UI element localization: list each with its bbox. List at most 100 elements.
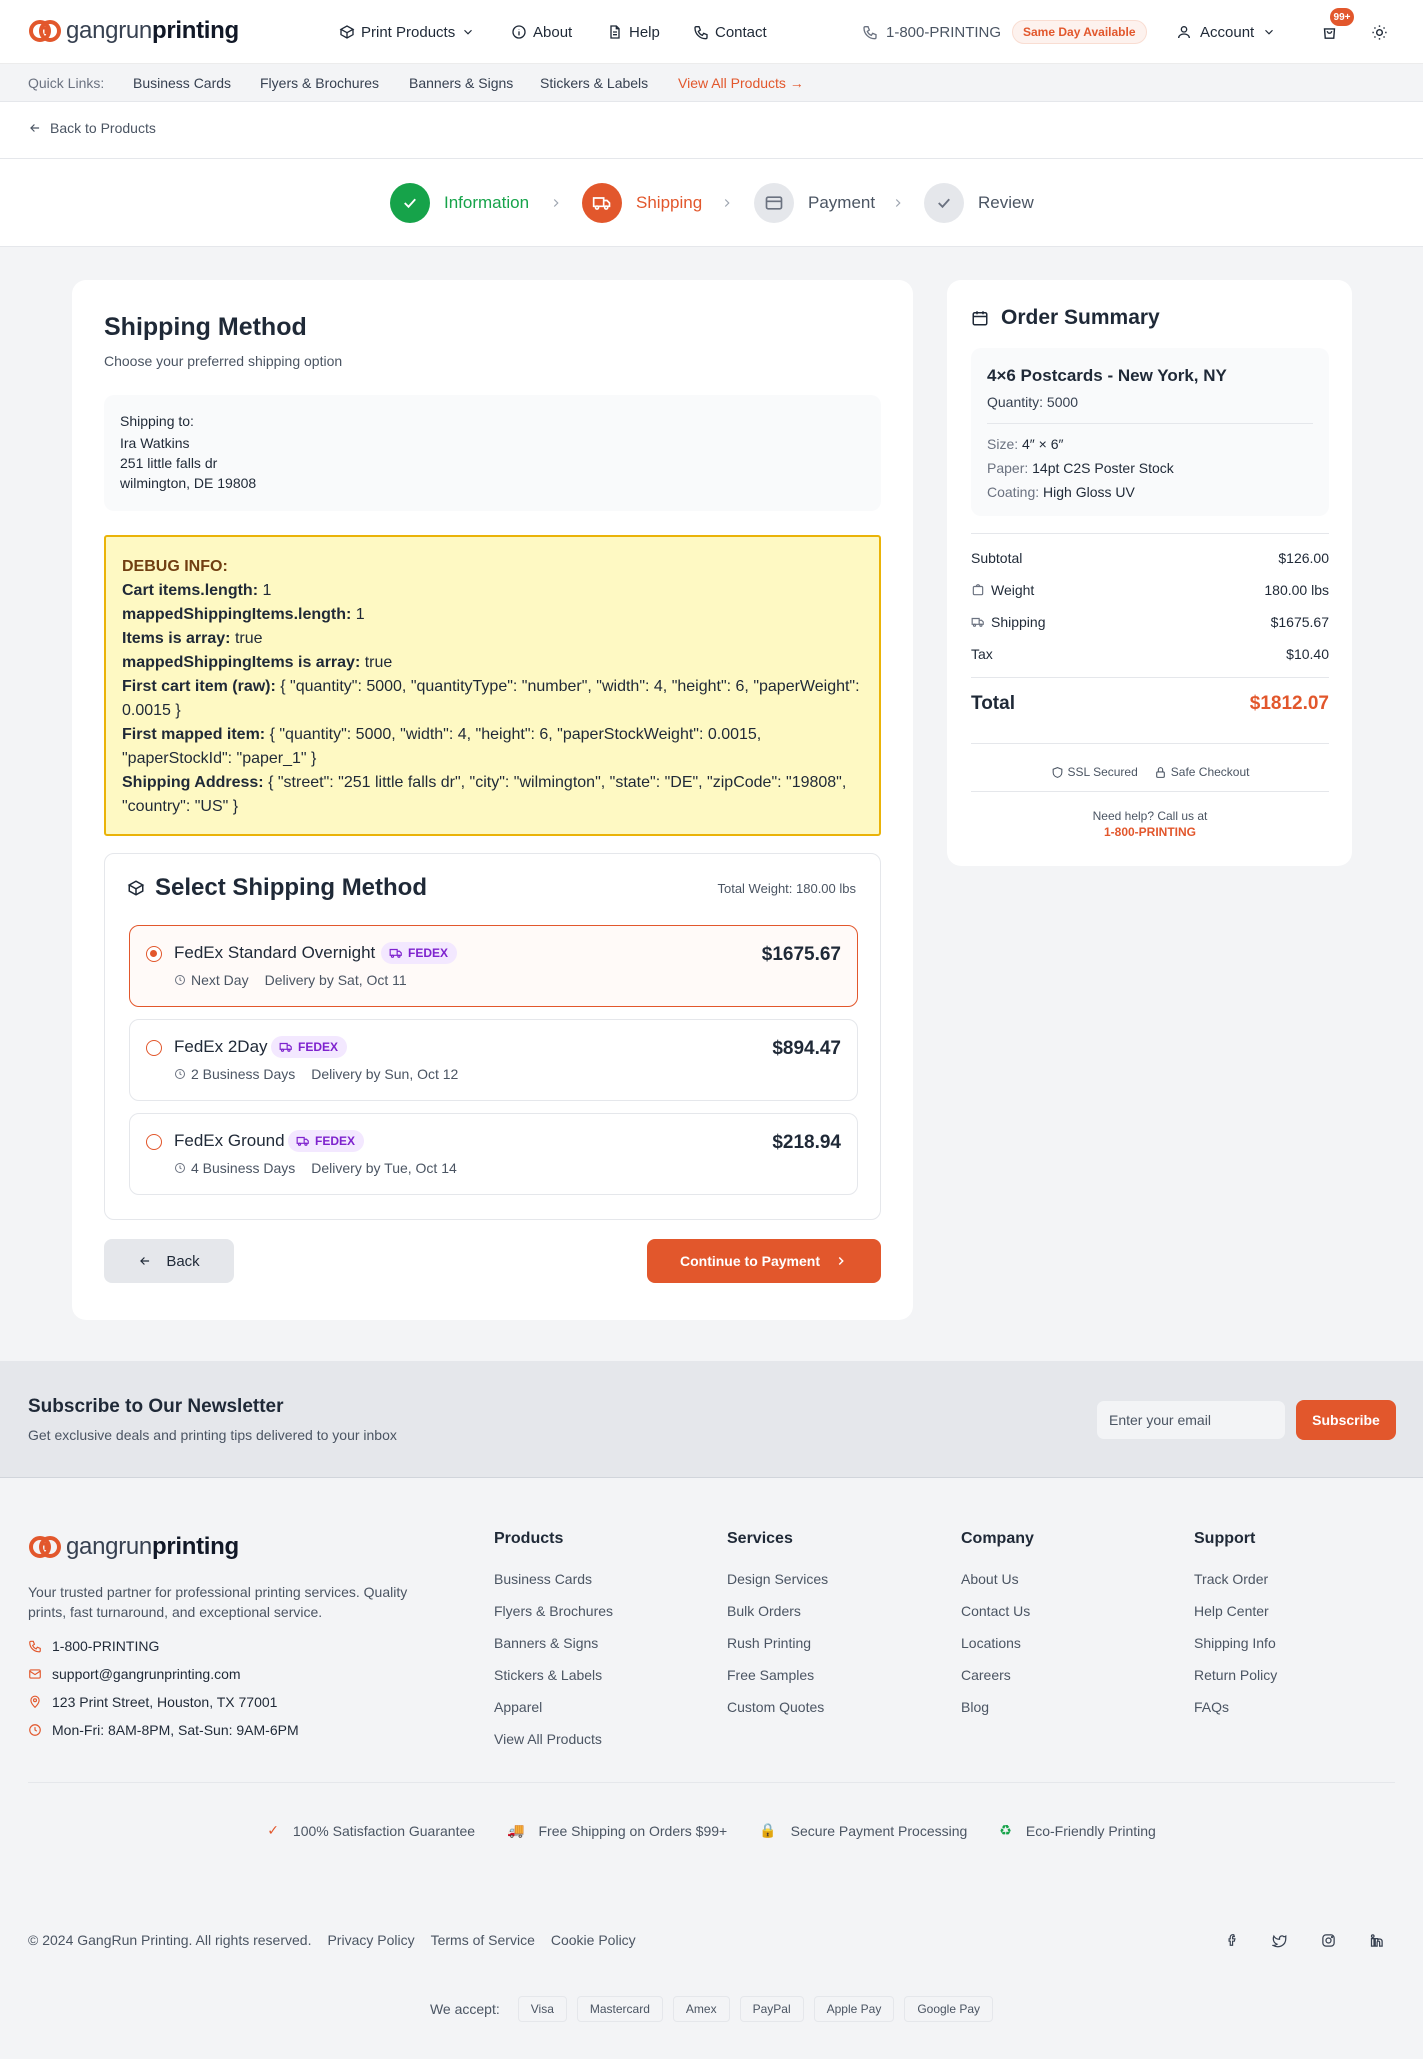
footer-link[interactable]: Custom Quotes [727,1699,824,1715]
recycle-icon: ♻ [999,1822,1012,1838]
debug-value: true [230,630,263,647]
logo-text-light: gangrun [66,1533,152,1560]
newsletter-email-input[interactable] [1096,1400,1286,1440]
quick-link-business-cards[interactable]: Business Cards [133,75,231,91]
radio-selected[interactable] [146,946,162,962]
logo-mark-icon [29,1536,61,1558]
option-name: FedEx Ground [174,1131,285,1150]
facebook-link[interactable] [1222,1930,1242,1950]
radio-unselected[interactable] [146,1134,162,1150]
back-to-products-link[interactable]: Back to Products [28,120,156,136]
step-information[interactable]: Information [390,182,529,224]
footer-link[interactable]: Track Order [1194,1571,1268,1587]
footer-link[interactable]: Design Services [727,1571,828,1587]
privacy-policy-link[interactable]: Privacy Policy [327,1932,414,1948]
spec-key: Coating: [987,484,1040,500]
nav-print-products-label: Print Products [361,23,456,41]
nav-contact[interactable]: Contact [693,20,767,44]
footer-link[interactable]: Contact Us [961,1603,1030,1619]
twitter-link[interactable] [1269,1930,1289,1950]
footer-link[interactable]: Return Policy [1194,1667,1277,1683]
quick-link-view-all[interactable]: View All Products → [678,75,804,91]
nav-print-products[interactable]: Print Products [339,20,475,44]
debug-line: Items is array: true [122,627,863,651]
footer-link[interactable]: View All Products [494,1731,602,1747]
footer-link[interactable]: Business Cards [494,1571,592,1587]
footer-link[interactable]: About Us [961,1571,1019,1587]
back-button-label: Back [166,1252,200,1270]
carrier-tag: FEDEX [271,1036,348,1058]
lock-icon: 🔒 [759,1822,777,1838]
continue-to-payment-button[interactable]: Continue to Payment [647,1239,881,1283]
debug-value: 1 [351,606,365,623]
footer-link[interactable]: Locations [961,1635,1021,1651]
option-speed: 2 Business Days [191,1066,296,1082]
quick-link-banners[interactable]: Banners & Signs [409,75,513,91]
debug-value: 1 [258,582,272,599]
theme-toggle[interactable] [1368,20,1390,44]
shipping-method-selector: Select Shipping Method Total Weight: 180… [104,853,881,1220]
radio-unselected[interactable] [146,1040,162,1056]
terms-of-service-link[interactable]: Terms of Service [431,1932,535,1948]
footer-email[interactable]: support@gangrunprinting.com [28,1666,241,1682]
total-row: Total $1812.07 [971,693,1329,715]
footer-logo[interactable]: gangrun printing [28,1530,239,1564]
clock-icon [174,974,186,986]
account-menu[interactable]: Account [1176,20,1284,44]
footer-link[interactable]: Banners & Signs [494,1635,598,1651]
footer-link[interactable]: Rush Printing [727,1635,811,1651]
check-icon [938,198,950,209]
trust-badge: 🔒 Secure Payment Processing [759,1822,967,1839]
trust-badge-text: Free Shipping on Orders $99+ [538,1822,728,1839]
quick-link-stickers[interactable]: Stickers & Labels [540,75,648,91]
nav-help[interactable]: Help [607,20,660,44]
nav-about-label: About [533,23,573,41]
linkedin-link[interactable] [1366,1930,1386,1950]
truck-icon [279,1040,293,1054]
nav-about[interactable]: About [511,20,572,44]
step-shipping[interactable]: Shipping [582,182,702,224]
footer-link[interactable]: Flyers & Brochures [494,1603,613,1619]
step-review[interactable]: Review [924,182,1034,224]
credit-card-icon [765,196,783,210]
same-day-badge: Same Day Available [1012,20,1147,44]
shipping-option-2day[interactable]: FedEx 2Day FEDEX 2 Business Days Deliver… [129,1019,858,1101]
instagram-link[interactable] [1318,1930,1338,1950]
truck-icon [389,946,403,960]
footer-link[interactable]: Blog [961,1699,989,1715]
footer-address-text: 123 Print Street, Houston, TX 77001 [52,1694,278,1710]
debug-line: First mapped item: { "quantity": 5000, "… [122,723,863,771]
option-delivery: Delivery by Sun, Oct 12 [311,1066,459,1082]
linkedin-icon [1370,1933,1383,1947]
step-payment[interactable]: Payment [754,182,875,224]
option-meta: 2 Business Days Delivery by Sun, Oct 12 [174,1066,458,1082]
footer-link[interactable]: FAQs [1194,1699,1229,1715]
footer-link[interactable]: Free Samples [727,1667,814,1683]
help-phone-link[interactable]: 1-800-PRINTING [971,824,1329,840]
footer-link[interactable]: Bulk Orders [727,1603,801,1619]
arrow-left-icon [138,1254,152,1268]
logo[interactable]: gangrun printing [28,14,239,48]
shipping-option-ground[interactable]: FedEx Ground FEDEX 4 Business Days Deliv… [129,1113,858,1195]
spec-value: 14pt C2S Poster Stock [1032,460,1174,476]
footer-link[interactable]: Shipping Info [1194,1635,1276,1651]
debug-key: Shipping Address: [122,774,264,791]
quick-link-flyers[interactable]: Flyers & Brochures [260,75,379,91]
shipping-option-overnight[interactable]: FedEx Standard Overnight FEDEX Next Day … [129,925,858,1007]
cookie-policy-link[interactable]: Cookie Policy [551,1932,636,1948]
footer-phone[interactable]: 1-800-PRINTING [28,1638,159,1654]
header-phone[interactable]: 1-800-PRINTING [862,20,1001,44]
footer-description: Your trusted partner for professional pr… [28,1584,408,1620]
subscribe-button[interactable]: Subscribe [1296,1400,1396,1440]
footer-link[interactable]: Stickers & Labels [494,1667,602,1683]
footer-hours-text: Mon-Fri: 8AM-8PM, Sat-Sun: 9AM-6PM [52,1722,299,1738]
package-icon [339,24,355,40]
footer-legal: © 2024 GangRun Printing. All rights rese… [28,1932,636,1948]
payment-badge-amex: Amex [672,1996,730,2022]
back-button[interactable]: Back [104,1239,234,1283]
debug-title: DEBUG INFO: [122,558,228,575]
divider [971,743,1329,744]
footer-link[interactable]: Careers [961,1667,1011,1683]
footer-link[interactable]: Apparel [494,1699,542,1715]
footer-link[interactable]: Help Center [1194,1603,1269,1619]
